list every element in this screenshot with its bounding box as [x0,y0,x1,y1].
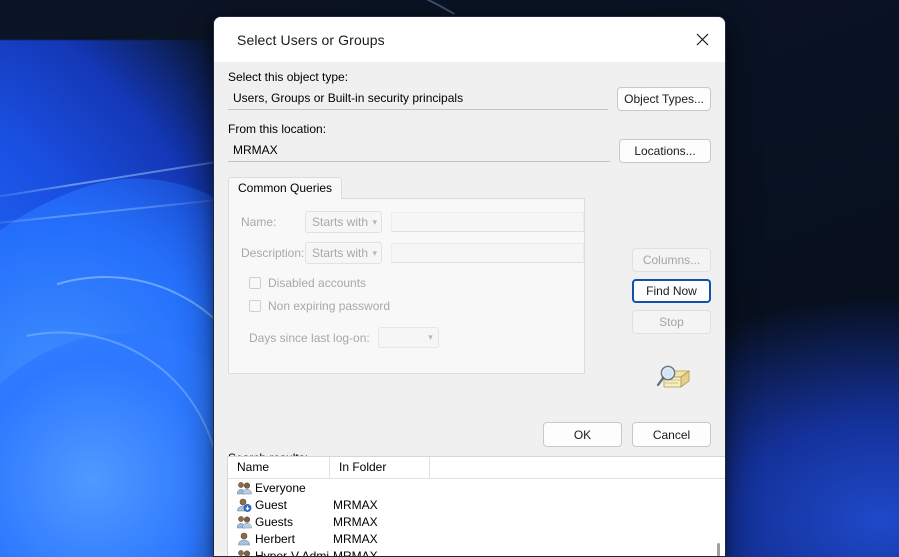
non-expiring-password-checkbox[interactable] [249,299,261,312]
listview-scrollbar[interactable] [714,481,723,556]
select-users-or-groups-dialog: Select Users or Groups Select this objec… [213,16,726,557]
result-folder: MRMAX [333,497,378,512]
result-name: Everyone [255,480,306,495]
dialog-title: Select Users or Groups [237,31,385,48]
common-queries-panel: Name: Starts with ▾ Description: Starts … [228,198,585,374]
columns-button[interactable]: Columns... [632,248,711,272]
chevron-down-icon: ▾ [372,216,377,227]
disabled-accounts-checkbox[interactable] [249,276,261,289]
name-operator-value: Starts with [312,215,369,229]
close-icon[interactable] [679,17,725,62]
non-expiring-password-row[interactable]: Non expiring password [249,296,584,315]
location-row: Locations... [228,139,711,163]
object-type-row: Object Types... [228,87,711,111]
table-row[interactable]: Herbert MRMAX [228,530,725,547]
result-folder: MRMAX [333,531,378,546]
description-query-row: Description: Starts with ▾ [241,242,584,264]
description-operator-select[interactable]: Starts with ▾ [305,242,382,264]
stop-button[interactable]: Stop [632,310,711,334]
group-icon [236,481,252,495]
search-folder-icon [652,361,692,395]
result-name: Herbert [255,531,296,546]
days-since-logon-select[interactable]: ▾ [377,327,439,348]
column-header-in-folder[interactable]: In Folder [330,457,430,479]
chevron-down-icon: ▾ [372,247,377,258]
object-type-label: Select this object type: [228,70,349,84]
location-input[interactable] [228,140,610,162]
table-row[interactable]: Hyper-V Admi...MRMAX [228,547,725,557]
name-operator-select[interactable]: Starts with ▾ [305,211,382,233]
table-row[interactable]: Everyone [228,479,725,496]
user-down-icon [237,498,252,512]
description-label: Description: [241,246,305,260]
search-results-listview[interactable]: Name In Folder Everyone Guest MRMAX Guests M… [227,456,725,557]
user-icon [237,532,252,546]
days-since-logon-label: Days since last log-on: [249,330,370,345]
non-expiring-password-label: Non expiring password [268,298,391,313]
result-name: Guests [255,514,294,529]
name-query-row: Name: Starts with ▾ [241,211,584,233]
description-value-input[interactable] [391,243,584,263]
dialog-footer-buttons: OK Cancel [543,422,711,447]
ok-button[interactable]: OK [543,422,622,447]
result-name: Guest [255,497,288,512]
listview-scrollbar-thumb[interactable] [717,543,720,556]
result-name: Hyper-V Admi... [255,548,330,557]
group-icon [236,515,252,529]
group-icon [237,549,252,556]
search-actions: Columns... Find Now Stop [632,248,711,395]
object-types-button[interactable]: Object Types... [617,87,711,111]
location-label: From this location: [228,122,327,136]
locations-button[interactable]: Locations... [619,139,711,163]
object-type-input[interactable] [228,88,609,110]
cancel-button[interactable]: Cancel [632,422,711,447]
column-header-filler [430,457,725,479]
tabstrip: Common Queries [228,177,711,199]
chevron-down-icon: ▾ [428,332,433,342]
table-row[interactable]: Guests MRMAX [228,513,725,530]
dialog-titlebar: Select Users or Groups [214,17,725,62]
result-folder: MRMAX [333,514,378,529]
days-since-logon-row: Days since last log-on: ▾ [249,327,584,348]
tab-common-queries[interactable]: Common Queries [228,177,343,199]
disabled-accounts-row[interactable]: Disabled accounts [249,273,584,292]
listview-rows: Everyone Guest MRMAX Guests MRMAX Herbert MRMA… [228,479,725,557]
listview-header: Name In Folder [228,457,725,479]
name-label: Name: [241,215,277,229]
name-value-input[interactable] [391,212,584,232]
dialog-body: Select this object type: Object Types...… [214,62,725,557]
result-folder: MRMAX [333,548,378,557]
description-operator-value: Starts with [312,246,369,260]
table-row[interactable]: Guest MRMAX [228,496,725,513]
disabled-accounts-label: Disabled accounts [268,275,367,290]
column-header-name[interactable]: Name [228,457,330,479]
find-now-button[interactable]: Find Now [632,279,711,303]
